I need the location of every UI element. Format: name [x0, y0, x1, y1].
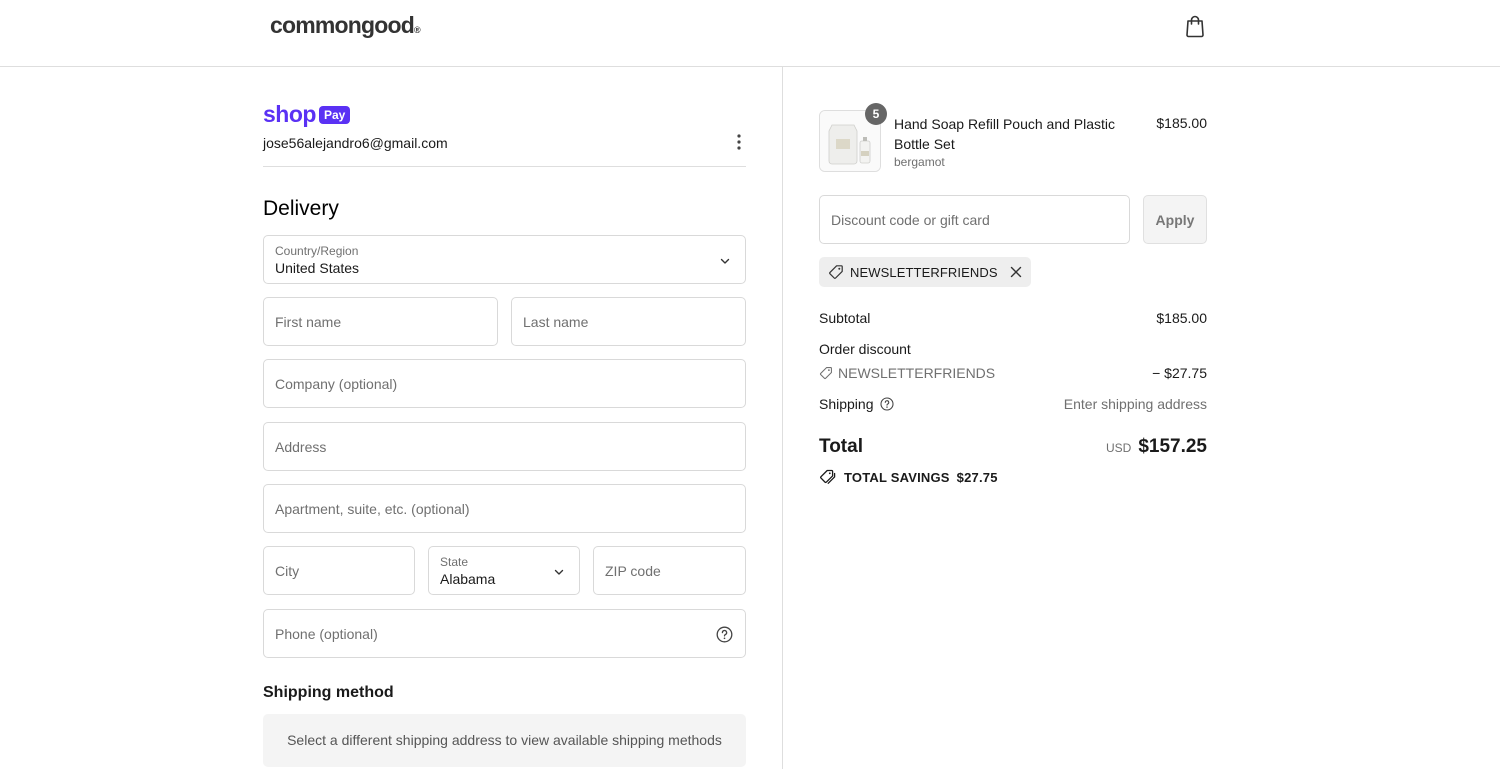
- state-select[interactable]: State Alabama: [428, 546, 580, 595]
- first-name-placeholder: First name: [275, 314, 342, 330]
- kebab-menu-icon[interactable]: [732, 133, 746, 151]
- shipping-method-notice: Select a different shipping address to v…: [263, 714, 746, 767]
- total-amount-group: USD $157.25: [1106, 436, 1207, 458]
- shipping-method-heading: Shipping method: [263, 684, 394, 701]
- discount-code-row: NEWSLETTERFRIENDS − $27.75: [819, 365, 1207, 383]
- country-label: Country/Region: [275, 244, 359, 258]
- product-variant: bergamot: [894, 155, 945, 169]
- total-label: Total: [819, 436, 863, 457]
- product-price: $185.00: [1156, 115, 1207, 131]
- total-savings-value: $27.75: [956, 469, 998, 485]
- zip-placeholder: ZIP code: [605, 563, 661, 579]
- tag-icon: [829, 265, 843, 279]
- delivery-heading: Delivery: [263, 197, 339, 220]
- address-field[interactable]: Address: [263, 422, 746, 471]
- order-discount-row: Order discount: [819, 341, 1207, 357]
- registered-mark: ®: [414, 25, 421, 35]
- tags-icon: [820, 469, 836, 484]
- address-placeholder: Address: [275, 439, 327, 455]
- total-amount: $157.25: [1138, 436, 1207, 457]
- close-icon[interactable]: [1010, 266, 1022, 278]
- site-header: commongood®: [0, 0, 1500, 67]
- question-circle-icon[interactable]: [716, 626, 733, 643]
- state-label: State: [440, 555, 469, 569]
- city-placeholder: City: [275, 563, 300, 579]
- shipping-value: Enter shipping address: [1063, 396, 1207, 412]
- store-logo[interactable]: commongood®: [270, 12, 421, 39]
- store-logo-text: commongood: [270, 12, 415, 38]
- first-name-field[interactable]: First name: [263, 297, 498, 346]
- discount-amount: − $27.75: [1152, 365, 1207, 381]
- shop-pay-logo: shop Pay: [263, 101, 351, 128]
- company-placeholder: Company (optional): [275, 376, 398, 392]
- phone-placeholder: Phone (optional): [275, 626, 378, 642]
- column-divider: [782, 67, 783, 769]
- subtotal-row: Subtotal $185.00: [819, 310, 1207, 326]
- discount-code-input[interactable]: [819, 195, 1130, 244]
- apartment-field[interactable]: Apartment, suite, etc. (optional): [263, 484, 746, 533]
- shop-pay-wordmark: shop: [263, 101, 316, 127]
- applied-discount-code: NEWSLETTERFRIENDS: [850, 264, 998, 280]
- apartment-placeholder: Apartment, suite, etc. (optional): [275, 501, 470, 517]
- total-currency: USD: [1105, 441, 1132, 455]
- city-field[interactable]: City: [263, 546, 415, 595]
- order-discount-label: Order discount: [819, 341, 911, 357]
- subtotal-value: $185.00: [1156, 310, 1207, 326]
- applied-discount-chip: NEWSLETTERFRIENDS: [819, 257, 1031, 287]
- quantity-badge: 5: [865, 103, 887, 125]
- chevron-down-icon: [720, 258, 730, 264]
- total-savings: TOTAL SAVINGS $27.75: [819, 469, 998, 485]
- account-email: jose56alejandro6@gmail.com: [263, 135, 448, 151]
- last-name-field[interactable]: Last name: [511, 297, 746, 346]
- question-circle-icon[interactable]: [879, 397, 894, 411]
- shopping-bag-icon[interactable]: [1184, 14, 1206, 38]
- last-name-placeholder: Last name: [523, 314, 589, 330]
- product-name: Hand Soap Refill Pouch and Plastic Bottl…: [894, 116, 1116, 152]
- phone-field[interactable]: Phone (optional): [263, 609, 746, 658]
- chevron-down-icon: [554, 569, 564, 575]
- shipping-row: Shipping Enter shipping address: [819, 396, 1207, 412]
- subtotal-label: Subtotal: [819, 310, 871, 326]
- discount-code-name: NEWSLETTERFRIENDS: [838, 365, 996, 381]
- country-value: United States: [275, 260, 360, 276]
- country-select[interactable]: Country/Region United States: [263, 235, 746, 284]
- apply-discount-button[interactable]: Apply: [1143, 195, 1207, 244]
- zip-field[interactable]: ZIP code: [593, 546, 746, 595]
- total-savings-label: TOTAL SAVINGS: [844, 469, 950, 485]
- divider: [263, 166, 746, 167]
- company-field[interactable]: Company (optional): [263, 359, 746, 408]
- shop-pay-pill: Pay: [318, 105, 351, 124]
- state-value: Alabama: [440, 571, 496, 587]
- shipping-label: Shipping: [819, 396, 874, 412]
- tag-icon: [819, 367, 832, 380]
